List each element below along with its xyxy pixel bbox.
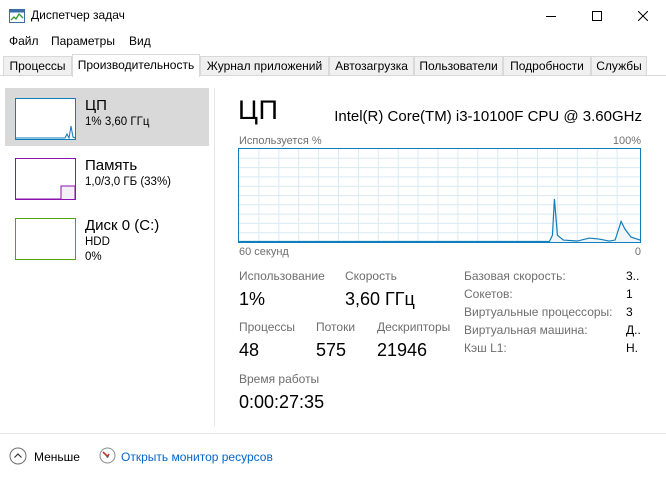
resource-memory-title: Память bbox=[85, 157, 138, 174]
info-vm-label: Виртуальная машина: bbox=[464, 323, 588, 337]
resource-disk-type: HDD bbox=[85, 236, 110, 248]
tab-startup[interactable]: Автозагрузка bbox=[329, 56, 414, 76]
resource-disk-usage: 0% bbox=[85, 251, 102, 263]
resource-disk-title: Диск 0 (C:) bbox=[85, 217, 160, 234]
uptime-value: 0:00:27:35 bbox=[239, 392, 325, 412]
handles-value: 21946 bbox=[377, 340, 428, 360]
tab-details[interactable]: Подробности bbox=[503, 56, 591, 76]
tab-services[interactable]: Службы bbox=[591, 56, 647, 76]
fewer-details-button[interactable]: Меньше bbox=[34, 450, 80, 464]
open-resource-monitor-link[interactable]: Открыть монитор ресурсов bbox=[121, 450, 273, 464]
info-vcpu-value: 3 bbox=[626, 305, 633, 319]
pane-divider bbox=[214, 88, 215, 426]
graph-label-zero: 0 bbox=[634, 246, 641, 258]
info-vm-value: Д.. bbox=[626, 323, 641, 337]
disk-thumbnail-graph bbox=[15, 218, 76, 260]
memory-thumbnail-graph bbox=[15, 158, 76, 200]
speed-value: 3,60 ГГц bbox=[345, 289, 415, 309]
menu-bar: Файл Параметры Вид bbox=[0, 32, 666, 52]
chevron-up-circle-icon[interactable] bbox=[9, 447, 27, 465]
minimize-icon bbox=[546, 16, 556, 17]
usage-label: Использование bbox=[239, 269, 325, 283]
uptime-label: Время работы bbox=[239, 372, 320, 386]
page-title: ЦП bbox=[238, 95, 279, 125]
graph-label-used: Используется % bbox=[239, 135, 322, 147]
info-base-speed-label: Базовая скорость: bbox=[464, 269, 566, 283]
info-sockets-value: 1 bbox=[626, 287, 633, 301]
maximize-icon bbox=[592, 11, 602, 21]
resource-cpu-title: ЦП bbox=[85, 97, 107, 114]
threads-value: 575 bbox=[316, 340, 347, 360]
menu-view[interactable]: Вид bbox=[129, 34, 151, 48]
graph-label-time: 60 секунд bbox=[239, 246, 289, 258]
resource-disk[interactable]: Диск 0 (C:) HDD 0% bbox=[5, 208, 209, 266]
menu-options[interactable]: Параметры bbox=[51, 34, 115, 48]
info-base-speed-value: 3.. bbox=[626, 269, 640, 283]
speed-label: Скорость bbox=[345, 269, 397, 283]
info-l1-cache-value: Н. bbox=[626, 341, 638, 355]
cpu-usage-graph bbox=[238, 148, 641, 243]
title-bar[interactable]: Диспетчер задач bbox=[0, 0, 666, 32]
tab-performance[interactable]: Производительность bbox=[72, 54, 200, 77]
tab-strip: Процессы Производительность Журнал прило… bbox=[0, 54, 666, 77]
threads-label: Потоки bbox=[316, 320, 356, 334]
window-title: Диспетчер задач bbox=[31, 8, 125, 22]
cpu-model-name: Intel(R) Core(TM) i3-10100F CPU @ 3.60GH… bbox=[334, 108, 642, 125]
resource-cpu-usage: 1% 3,60 ГГц bbox=[85, 116, 150, 128]
menu-file[interactable]: Файл bbox=[9, 34, 39, 48]
processes-value: 48 bbox=[239, 340, 260, 360]
handles-label: Дескрипторы bbox=[377, 320, 451, 334]
usage-value: 1% bbox=[239, 289, 266, 309]
close-icon bbox=[638, 11, 648, 21]
info-vcpu-label: Виртуальные процессоры: bbox=[464, 305, 613, 319]
maximize-button[interactable] bbox=[574, 0, 620, 32]
info-l1-cache-label: Кэш L1: bbox=[464, 341, 507, 355]
tab-users[interactable]: Пользователи bbox=[414, 56, 503, 76]
resource-cpu[interactable]: ЦП 1% 3,60 ГГц bbox=[5, 88, 209, 146]
task-manager-icon bbox=[9, 9, 25, 23]
info-sockets-label: Сокетов: bbox=[464, 287, 513, 301]
minimize-button[interactable] bbox=[528, 0, 574, 32]
resource-monitor-icon bbox=[99, 447, 116, 464]
resource-memory-usage: 1,0/3,0 ГБ (33%) bbox=[85, 176, 172, 188]
close-button[interactable] bbox=[620, 0, 666, 32]
tab-app-history[interactable]: Журнал приложений bbox=[200, 56, 329, 76]
tab-processes[interactable]: Процессы bbox=[3, 56, 72, 76]
cpu-thumbnail-graph bbox=[15, 98, 76, 140]
processes-label: Процессы bbox=[239, 320, 296, 334]
footer-divider bbox=[0, 433, 666, 434]
graph-label-max: 100% bbox=[612, 135, 641, 147]
resource-memory[interactable]: Память 1,0/3,0 ГБ (33%) bbox=[5, 148, 209, 206]
